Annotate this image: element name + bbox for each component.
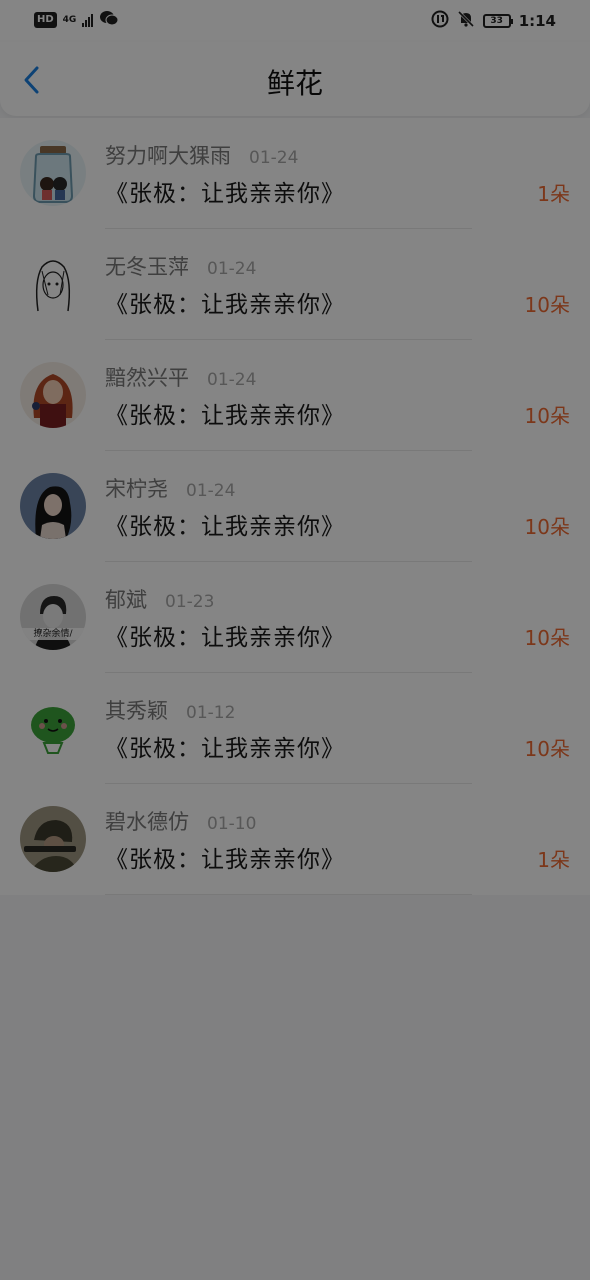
flower-count: 10朵 bbox=[524, 626, 570, 650]
username: 努力啊大猓雨 bbox=[105, 144, 231, 168]
divider bbox=[105, 894, 472, 895]
list-item[interactable]: 宋柠尧 01-24 《张极：让我亲亲你》 10朵 bbox=[0, 451, 590, 562]
green-cartoon-avatar bbox=[20, 695, 86, 761]
username: 碧水德仿 bbox=[105, 810, 189, 834]
flower-count: 10朵 bbox=[524, 515, 570, 539]
avatar-caption: 撩杂余情/ bbox=[33, 629, 73, 639]
date: 01-24 bbox=[249, 148, 299, 168]
list-item[interactable]: 无冬玉萍 01-24 《张极：让我亲亲你》 10朵 bbox=[0, 229, 590, 340]
list-item[interactable]: 其秀颖 01-12 《张极：让我亲亲你》 10朵 bbox=[0, 673, 590, 784]
username: 宋柠尧 bbox=[105, 477, 168, 501]
date: 01-12 bbox=[186, 703, 236, 723]
hd-icon: HD bbox=[34, 12, 57, 28]
status-right: 33 1:14 bbox=[431, 10, 556, 32]
battery-icon: 33 bbox=[482, 14, 513, 28]
flower-count: 1朵 bbox=[537, 848, 570, 872]
username: 无冬玉萍 bbox=[105, 255, 189, 279]
sketch-girl-avatar bbox=[20, 251, 86, 317]
redhair-girl-avatar bbox=[20, 362, 86, 428]
portrait-woman-avatar bbox=[20, 473, 86, 539]
username: 黯然兴平 bbox=[105, 366, 189, 390]
chevron-left-icon bbox=[24, 66, 39, 94]
flower-count: 10朵 bbox=[524, 404, 570, 428]
list-item[interactable]: 碧水德仿 01-10 《张极：让我亲亲你》 1朵 bbox=[0, 784, 590, 895]
date: 01-10 bbox=[207, 814, 257, 834]
soldier-avatar bbox=[20, 806, 86, 872]
battery-level: 33 bbox=[490, 16, 503, 26]
book-title: 《张极：让我亲亲你》 bbox=[105, 847, 345, 873]
book-title: 《张极：让我亲亲你》 bbox=[105, 403, 345, 429]
status-left: HD 4G bbox=[34, 10, 119, 30]
list-item[interactable]: 努力啊大猓雨 01-24 《张极：让我亲亲你》 1朵 bbox=[0, 118, 590, 229]
flower-count: 1朵 bbox=[537, 182, 570, 206]
book-title: 《张极：让我亲亲你》 bbox=[105, 181, 345, 207]
book-title: 《张极：让我亲亲你》 bbox=[105, 736, 345, 762]
clock: 1:14 bbox=[518, 12, 556, 30]
wechat-icon bbox=[99, 10, 119, 30]
bell-muted-icon bbox=[457, 10, 475, 32]
date: 01-24 bbox=[207, 259, 257, 279]
back-button[interactable] bbox=[16, 64, 48, 96]
date: 01-24 bbox=[186, 481, 236, 501]
status-bar: HD 4G 33 1:14 bbox=[0, 0, 590, 42]
book-title: 《张极：让我亲亲你》 bbox=[105, 625, 345, 651]
flower-count: 10朵 bbox=[524, 737, 570, 761]
date: 01-24 bbox=[207, 370, 257, 390]
username: 郁斌 bbox=[105, 588, 147, 612]
flower-list: 努力啊大猓雨 01-24 《张极：让我亲亲你》 1朵 无冬玉萍 01-24 《张… bbox=[0, 118, 590, 895]
network-type: 4G bbox=[62, 14, 77, 25]
signal-icon bbox=[82, 13, 94, 27]
list-item[interactable]: 撩杂余情/ 郁斌 01-23 《张极：让我亲亲你》 10朵 bbox=[0, 562, 590, 673]
data-saver-icon bbox=[431, 10, 449, 32]
header-bar: 鲜花 bbox=[0, 42, 590, 116]
username: 其秀颖 bbox=[105, 699, 168, 723]
page-title: 鲜花 bbox=[266, 67, 323, 100]
book-title: 《张极：让我亲亲你》 bbox=[105, 292, 345, 318]
jar-avatar bbox=[20, 140, 86, 206]
flower-count: 10朵 bbox=[524, 293, 570, 317]
book-title: 《张极：让我亲亲你》 bbox=[105, 514, 345, 540]
date: 01-23 bbox=[165, 592, 215, 612]
bw-man-avatar: 撩杂余情/ bbox=[20, 584, 86, 650]
list-item[interactable]: 黯然兴平 01-24 《张极：让我亲亲你》 10朵 bbox=[0, 340, 590, 451]
